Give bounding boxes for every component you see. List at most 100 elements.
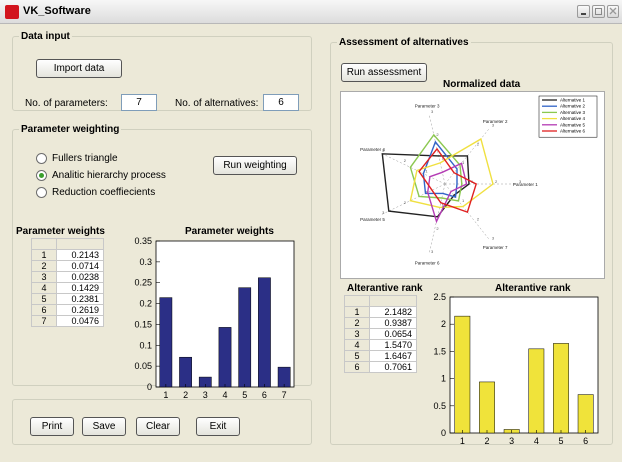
radar-chart: 1 2 3Parameter 1123Parameter 2123Parameter…	[360, 95, 598, 265]
radar-axis-label: Parameter 3	[415, 104, 440, 109]
radar-tick-label: 2	[495, 179, 498, 184]
radio-ahp-indicator[interactable]	[36, 170, 47, 181]
weights-column-header	[56, 238, 104, 250]
rank-cell-value[interactable]: 1.6467	[369, 350, 417, 362]
app-icon	[5, 5, 19, 19]
exit-button[interactable]: Exit	[196, 417, 240, 436]
weights-y-tick-label: 0.05	[134, 361, 152, 371]
radar-panel: 1 2 3 Parameter 1 1 2 3 Parameter 2 1 2 3 Parameter…	[340, 91, 605, 279]
weights-row[interactable]: 5 0.2381	[31, 293, 104, 305]
weights-bar	[218, 327, 232, 388]
weights-row[interactable]: 1 0.2143	[31, 249, 104, 261]
rank-row[interactable]: 1 2.1482	[344, 306, 417, 318]
minimize-button[interactable]	[577, 5, 590, 18]
rank-bar	[454, 315, 471, 434]
radar-legend-label: Alternative 5	[560, 122, 586, 127]
weights-y-tick-label: 0	[147, 382, 152, 392]
rank-corner-cell	[344, 295, 370, 307]
rank-cell-value[interactable]: 0.9387	[369, 317, 417, 329]
radio-reduction-indicator[interactable]	[36, 187, 47, 198]
weights-chart-title: Parameter weights	[185, 226, 274, 237]
radio-fullers[interactable]: Fullers triangle	[36, 153, 118, 167]
rank-plot-area	[449, 296, 599, 434]
weights-cell-value[interactable]: 0.0714	[56, 260, 104, 272]
weights-table-title: Parameter weights	[16, 226, 105, 237]
rank-cell-value[interactable]: 0.7061	[369, 361, 417, 373]
radar-axis-label: Parameter 1	[513, 182, 538, 187]
rank-table-title: Alterantive rank	[347, 283, 423, 294]
weights-bar	[159, 297, 173, 388]
rank-row[interactable]: 2 0.9387	[344, 317, 417, 329]
weights-row[interactable]: 2 0.0714	[31, 260, 104, 272]
radio-reduction-label: Reduction coeffiecients	[52, 187, 156, 199]
weights-table: 1 0.2143 2 0.0714 3 0.0238 4 0.1429 5 0.2381 6 0.26…	[31, 238, 104, 327]
rank-y-tick-label: 1.5	[433, 346, 446, 356]
radar-axis-label: Parameter 4	[360, 147, 385, 152]
weights-cell-value[interactable]: 0.2143	[56, 249, 104, 261]
radio-ahp[interactable]: Analitic hierarchy process	[36, 170, 166, 184]
rank-y-tick-label: 2.5	[433, 293, 446, 302]
save-button[interactable]: Save	[82, 417, 126, 436]
clear-button[interactable]: Clear	[136, 417, 180, 436]
radio-reduction[interactable]: Reduction coeffiecients	[36, 187, 155, 201]
close-button[interactable]	[607, 5, 619, 18]
rank-bar	[553, 343, 569, 434]
rank-y-tick-label: 1	[441, 374, 446, 384]
weights-cell-value[interactable]: 0.1429	[56, 282, 104, 294]
weights-row[interactable]: 3 0.0238	[31, 271, 104, 283]
radar-legend-label: Alternative 2	[560, 104, 586, 109]
rank-y-tick-label: 2	[441, 319, 446, 329]
radar-tick-label: 1	[425, 169, 428, 174]
params-field[interactable]: 7	[121, 94, 157, 111]
weights-y-tick-label: 0.15	[134, 319, 152, 329]
window-title: VK_Software	[23, 5, 91, 17]
rank-row[interactable]: 4 1.5470	[344, 339, 417, 351]
params-label: No. of parameters:	[25, 98, 108, 109]
rank-bar	[528, 348, 545, 434]
rank-row-index: 2	[344, 317, 370, 329]
title-bar: VK_Software	[0, 0, 622, 24]
radar-axis-label: Parameter 7	[483, 245, 508, 250]
rank-cell-value[interactable]: 0.0654	[369, 328, 417, 340]
run-weighting-button[interactable]: Run weighting	[213, 156, 297, 175]
close-icon	[609, 7, 617, 15]
weights-row[interactable]: 4 0.1429	[31, 282, 104, 294]
weights-row[interactable]: 6 0.2619	[31, 304, 104, 316]
rank-row-index: 4	[344, 339, 370, 351]
rank-x-tick-label: 1	[460, 436, 465, 446]
weights-cell-value[interactable]: 0.2381	[56, 293, 104, 305]
weights-y-tick-label: 0.1	[139, 340, 152, 350]
weights-bar	[179, 356, 192, 388]
maximize-button[interactable]	[592, 5, 605, 18]
radar-axis-label: Parameter 2	[483, 119, 508, 124]
import-data-button[interactable]: Import data	[36, 59, 122, 78]
rank-column-header	[369, 295, 417, 307]
minimize-icon	[581, 13, 586, 15]
weights-row[interactable]: 7 0.0476	[31, 315, 104, 327]
rank-x-tick-label: 4	[534, 436, 539, 446]
run-assessment-button[interactable]: Run assessment	[341, 63, 427, 82]
alts-field[interactable]: 6	[263, 94, 299, 111]
weighting-legend: Parameter weighting	[21, 124, 120, 135]
rank-row[interactable]: 6 0.7061	[344, 361, 417, 373]
radar-tick-label: 2	[404, 200, 407, 205]
weights-cell-value[interactable]: 0.0476	[56, 315, 104, 327]
print-button[interactable]: Print	[30, 417, 74, 436]
rank-row[interactable]: 5 1.6467	[344, 350, 417, 362]
radio-fullers-label: Fullers triangle	[52, 153, 118, 165]
radar-tick-label: 3	[431, 109, 434, 114]
radar-tick-label: 3	[382, 210, 385, 215]
rank-row[interactable]: 3 0.0654	[344, 328, 417, 340]
weights-cell-value[interactable]: 0.2619	[56, 304, 104, 316]
rank-cell-value[interactable]: 1.5470	[369, 339, 417, 351]
radar-legend-label: Alternative 4	[560, 116, 586, 121]
weights-y-tick-label: 0.25	[134, 278, 152, 288]
radio-fullers-indicator[interactable]	[36, 153, 47, 164]
weights-corner-cell	[31, 238, 57, 250]
weights-y-tick-label: 0.3	[139, 257, 152, 267]
weights-cell-value[interactable]: 0.0238	[56, 271, 104, 283]
rank-y-tick-label: 0	[441, 428, 446, 438]
radar-title: Normalized data	[443, 79, 521, 90]
weights-row-index: 6	[31, 304, 57, 316]
rank-cell-value[interactable]: 2.1482	[369, 306, 417, 318]
